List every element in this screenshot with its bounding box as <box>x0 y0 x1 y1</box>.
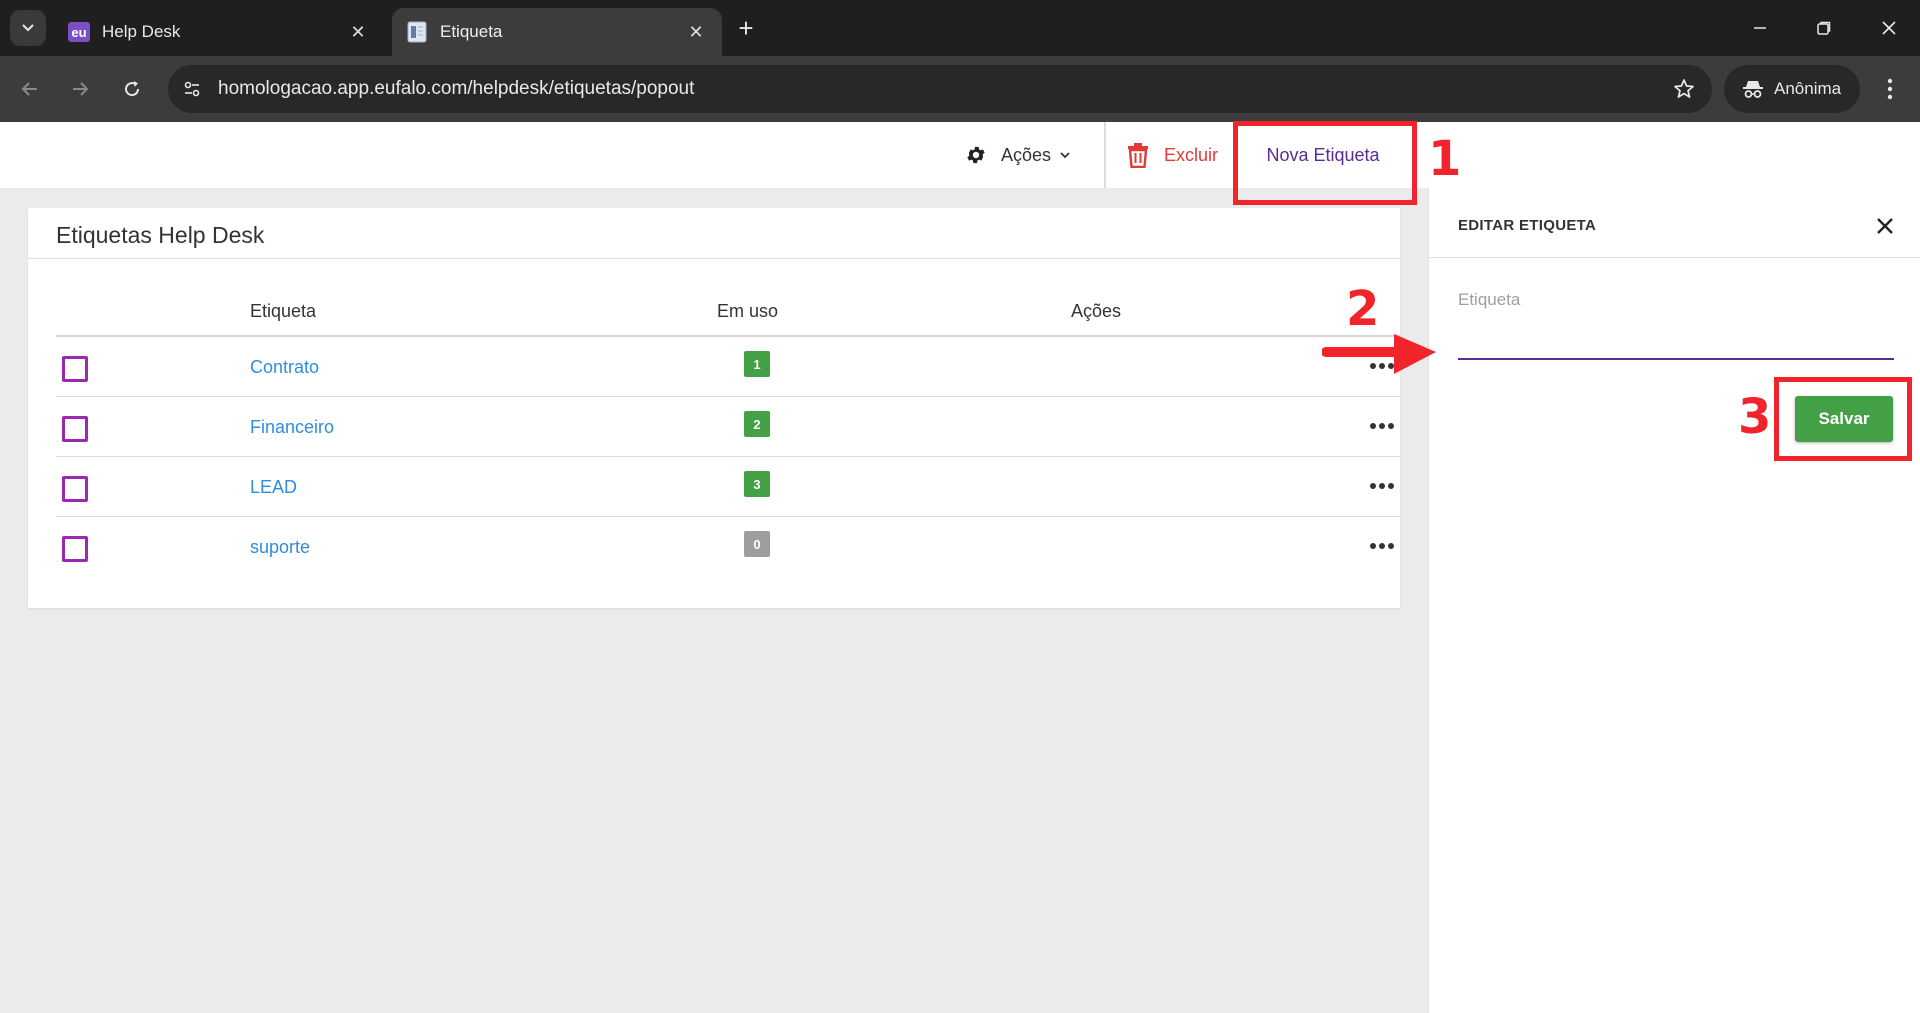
usage-count-badge: 1 <box>744 351 770 377</box>
tab-title: Etiqueta <box>440 22 503 41</box>
tab-title: Help Desk <box>102 22 181 41</box>
bookmark-star-icon[interactable] <box>1672 77 1696 101</box>
delete-label: Excluir <box>1164 144 1219 165</box>
row-checkbox[interactable] <box>62 416 88 442</box>
tag-link[interactable]: LEAD <box>250 477 297 498</box>
tag-link[interactable]: Contrato <box>250 357 319 378</box>
toolbar-divider <box>1104 122 1106 188</box>
browser-toolbar: homologacao.app.eufalo.com/helpdesk/etiq… <box>0 56 1920 122</box>
actions-label: Ações <box>1001 144 1052 165</box>
usage-count-badge: 0 <box>744 531 770 557</box>
more-options-icon[interactable] <box>1370 541 1394 551</box>
table-row: LEAD 3 <box>56 457 1400 517</box>
delete-button[interactable]: Excluir <box>1126 122 1218 188</box>
app-action-bar: Ações Excluir Nova Etiqueta <box>0 122 1920 188</box>
panel-title: EDITAR ETIQUETA <box>1458 217 1597 234</box>
close-window-icon[interactable] <box>1874 14 1904 42</box>
close-icon[interactable] <box>1871 212 1899 240</box>
svg-text:eu: eu <box>71 25 86 40</box>
tab-search-button[interactable] <box>10 10 46 46</box>
tab-help-desk[interactable]: eu Help Desk ✕ <box>54 8 384 56</box>
actions-dropdown[interactable]: Ações <box>965 122 1071 188</box>
annotation-number: 3 <box>1738 389 1772 445</box>
row-checkbox[interactable] <box>62 536 88 562</box>
restore-icon[interactable] <box>1809 14 1839 42</box>
annotation-arrow-icon <box>1322 334 1436 374</box>
chevron-down-icon <box>1060 152 1070 159</box>
tag-name-input[interactable] <box>1458 310 1894 360</box>
edit-tag-panel: EDITAR ETIQUETA Etiqueta Salvar <box>1428 188 1920 1013</box>
card-title: Etiquetas Help Desk <box>56 222 265 248</box>
usage-count-badge: 2 <box>744 411 770 437</box>
more-options-icon[interactable] <box>1370 421 1394 431</box>
tag-link[interactable]: suporte <box>250 537 310 558</box>
close-tab-icon[interactable]: ✕ <box>346 20 370 44</box>
back-arrow-icon[interactable] <box>14 73 46 105</box>
usage-count-badge: 3 <box>744 471 770 497</box>
browser-menu-icon[interactable] <box>1876 73 1904 105</box>
panel-divider <box>1429 257 1920 258</box>
tag-field-label: Etiqueta <box>1458 290 1521 309</box>
card-divider <box>28 258 1400 259</box>
tag-link[interactable]: Financeiro <box>250 417 334 438</box>
table-row: Contrato 1 <box>56 337 1400 397</box>
incognito-icon <box>1743 81 1763 98</box>
column-header-tag: Etiqueta <box>250 301 317 321</box>
column-header-in-use: Em uso <box>717 301 779 321</box>
url-text: homologacao.app.eufalo.com/helpdesk/etiq… <box>218 78 695 99</box>
row-checkbox[interactable] <box>62 356 88 382</box>
trash-icon <box>1128 143 1148 168</box>
forward-arrow-icon[interactable] <box>64 73 96 105</box>
tags-card: Etiquetas Help Desk Etiqueta Em uso Açõe… <box>28 208 1400 608</box>
address-bar[interactable]: homologacao.app.eufalo.com/helpdesk/etiq… <box>168 65 1712 113</box>
row-checkbox[interactable] <box>62 476 88 502</box>
new-tab-button[interactable]: + <box>732 13 760 43</box>
annotation-number: 2 <box>1346 281 1380 337</box>
browser-tab-strip: eu Help Desk ✕ Etiqueta ✕ + <box>0 0 1920 56</box>
chevron-down-icon <box>22 24 34 32</box>
table-row: suporte 0 <box>56 517 1400 577</box>
table-row: Financeiro 2 <box>56 397 1400 457</box>
annotation-box-save <box>1774 377 1912 461</box>
close-tab-icon[interactable]: ✕ <box>684 20 708 44</box>
profile-label: Anônima <box>1774 79 1842 98</box>
eu-logo-icon: eu <box>68 21 90 43</box>
annotation-number: 1 <box>1428 131 1462 187</box>
document-icon <box>406 21 428 43</box>
gear-icon <box>967 146 985 164</box>
annotation-box-new-tag <box>1233 121 1417 205</box>
site-settings-icon[interactable] <box>176 73 208 105</box>
tab-etiqueta[interactable]: Etiqueta ✕ <box>392 8 722 56</box>
reload-icon[interactable] <box>116 73 148 105</box>
column-header-actions: Ações <box>1071 301 1122 321</box>
more-options-icon[interactable] <box>1370 481 1394 491</box>
minimize-icon[interactable] <box>1745 14 1775 42</box>
incognito-profile-button[interactable]: Anônima <box>1724 65 1860 113</box>
